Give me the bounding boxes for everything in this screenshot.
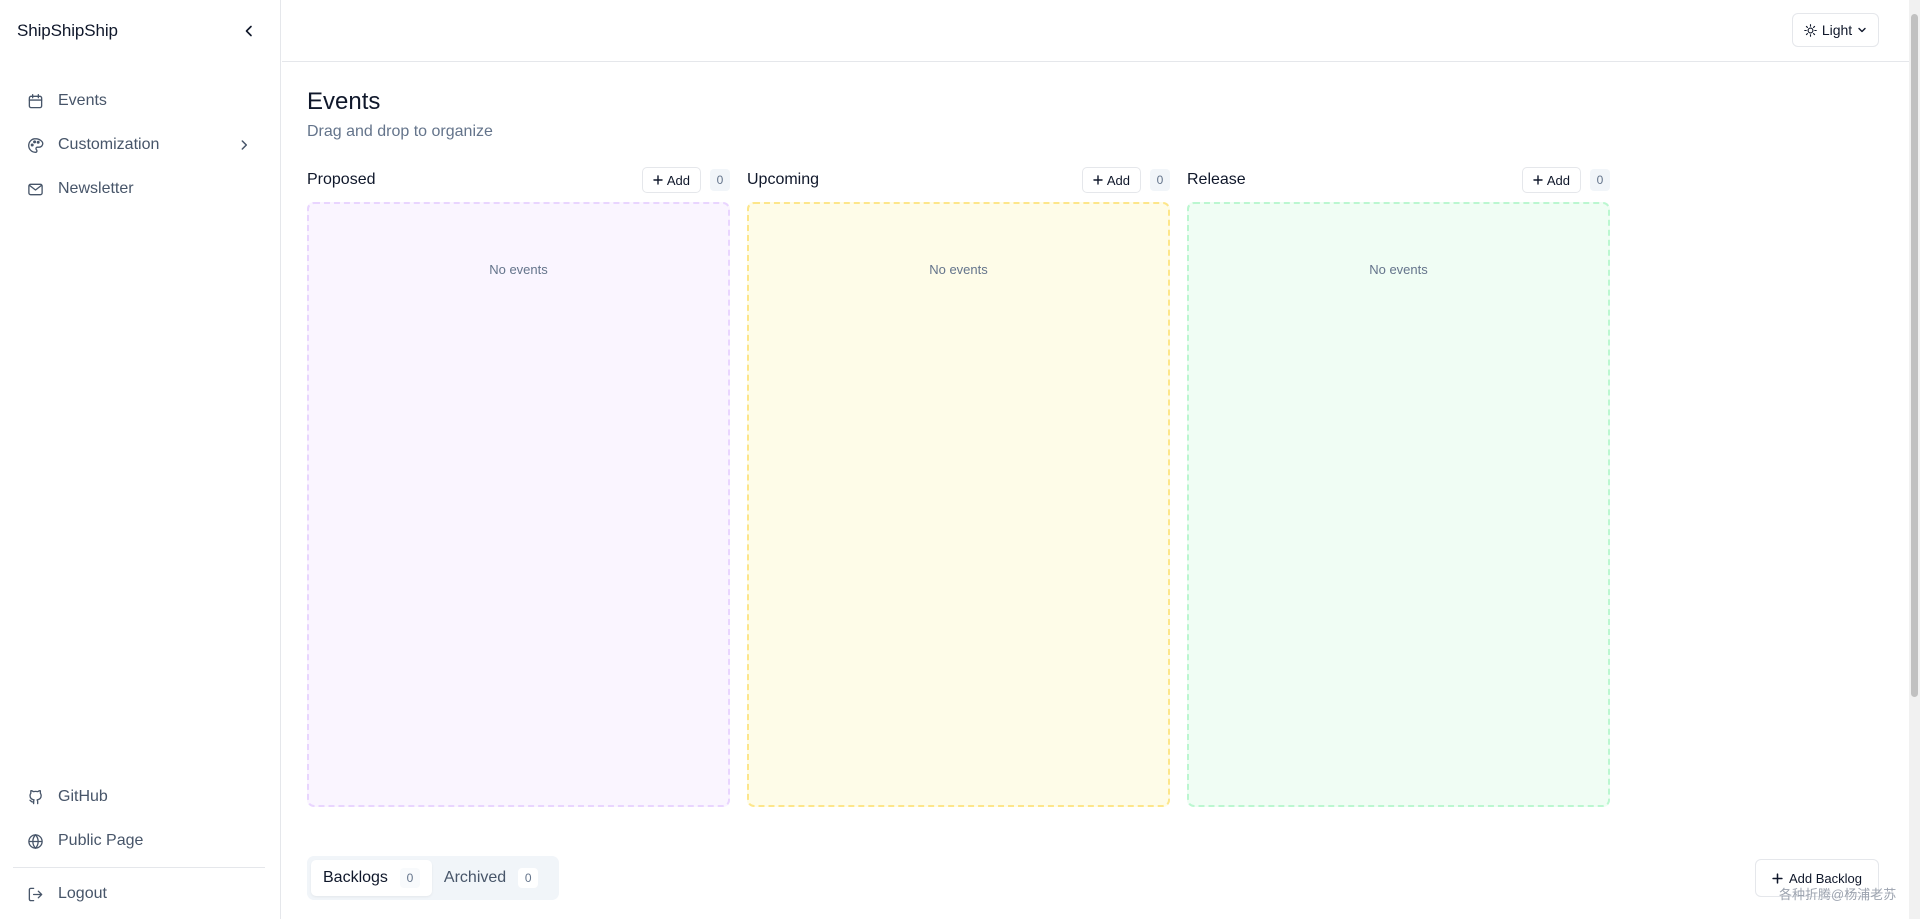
sidebar-header: ShipShipShip — [0, 0, 280, 61]
plus-icon — [1533, 175, 1543, 185]
sidebar-item-label: Customization — [58, 136, 160, 153]
calendar-icon — [26, 92, 44, 110]
add-event-button[interactable]: Add — [1081, 167, 1141, 193]
column-actions: Add 0 — [1081, 167, 1170, 193]
sidebar-item-newsletter[interactable]: Newsletter — [13, 167, 267, 211]
sidebar-item-label: Public Page — [58, 832, 144, 849]
logout-label: Logout — [58, 885, 107, 902]
sidebar-item-github[interactable]: GitHub — [13, 775, 267, 819]
column-upcoming: Upcoming Add 0 No events — [747, 162, 1170, 807]
dropzone-upcoming[interactable]: No events — [747, 202, 1170, 807]
collapse-sidebar-button[interactable] — [238, 20, 260, 42]
page-title: Events — [307, 88, 381, 115]
logout-button[interactable]: Logout — [13, 872, 267, 916]
sidebar-divider — [13, 867, 265, 868]
column-release: Release Add 0 No events — [1187, 162, 1610, 807]
column-header: Proposed Add 0 — [307, 162, 730, 198]
tab-archived[interactable]: Archived 0 — [432, 860, 550, 896]
column-title: Release — [1187, 171, 1246, 188]
plus-icon — [1772, 872, 1783, 884]
plus-icon — [1093, 175, 1103, 185]
backlog-tabs: Backlogs 0 Archived 0 — [307, 856, 559, 900]
mail-icon — [26, 180, 44, 198]
dropzone-proposed[interactable]: No events — [307, 202, 730, 807]
tab-label: Backlogs — [323, 869, 388, 886]
column-header: Release Add 0 — [1187, 162, 1610, 198]
column-actions: Add 0 — [1521, 167, 1610, 193]
add-label: Add — [666, 172, 690, 188]
scrollbar-thumb[interactable] — [1911, 14, 1918, 697]
sidebar: ShipShipShip Events Customization Newsle… — [0, 0, 281, 919]
column-header: Upcoming Add 0 — [747, 162, 1170, 198]
empty-state: No events — [489, 262, 548, 277]
column-actions: Add 0 — [641, 167, 730, 193]
github-icon — [26, 788, 44, 806]
tab-count: 0 — [399, 868, 420, 888]
page-subtitle: Drag and drop to organize — [307, 123, 493, 140]
column-count-badge: 0 — [1590, 169, 1610, 191]
globe-icon — [26, 832, 44, 850]
theme-label: Light — [1821, 22, 1853, 38]
brand-name: ShipShipShip — [17, 20, 118, 40]
column-count-badge: 0 — [710, 169, 730, 191]
theme-toggle-button[interactable]: Light — [1792, 13, 1879, 47]
sidebar-item-label: Events — [58, 92, 107, 109]
sidebar-item-events[interactable]: Events — [13, 79, 267, 123]
add-event-button[interactable]: Add — [641, 167, 701, 193]
topbar: Light — [282, 0, 1920, 62]
sidebar-nav: Events Customization Newsletter — [0, 61, 280, 211]
tab-count: 0 — [518, 868, 539, 888]
tab-backlogs[interactable]: Backlogs 0 — [311, 860, 432, 896]
empty-state: No events — [1369, 262, 1428, 277]
sidebar-item-customization[interactable]: Customization — [13, 123, 267, 167]
empty-state: No events — [929, 262, 988, 277]
add-label: Add — [1546, 172, 1570, 188]
add-label: Add — [1106, 172, 1130, 188]
sun-icon — [1803, 23, 1817, 37]
chevron-right-icon — [235, 136, 253, 154]
watermark-text: 各种折腾@杨浦老苏 — [1779, 887, 1897, 902]
sidebar-item-label: Newsletter — [58, 180, 134, 197]
add-event-button[interactable]: Add — [1521, 167, 1581, 193]
column-proposed: Proposed Add 0 No events — [307, 162, 730, 807]
dropzone-release[interactable]: No events — [1187, 202, 1610, 807]
plus-icon — [653, 175, 663, 185]
column-title: Upcoming — [747, 171, 820, 188]
sidebar-item-label: GitHub — [58, 788, 108, 805]
logout-icon — [26, 885, 44, 903]
column-title: Proposed — [307, 171, 376, 188]
tab-label: Archived — [443, 869, 507, 886]
palette-icon — [26, 136, 44, 154]
chevron-left-icon — [245, 25, 252, 36]
column-count-badge: 0 — [1150, 169, 1170, 191]
chevron-down-icon — [1858, 27, 1866, 33]
sidebar-item-public-page[interactable]: Public Page — [13, 819, 267, 863]
page-scrollbar[interactable] — [1909, 0, 1920, 919]
sidebar-footer: GitHub Public Page Logout — [0, 775, 280, 919]
